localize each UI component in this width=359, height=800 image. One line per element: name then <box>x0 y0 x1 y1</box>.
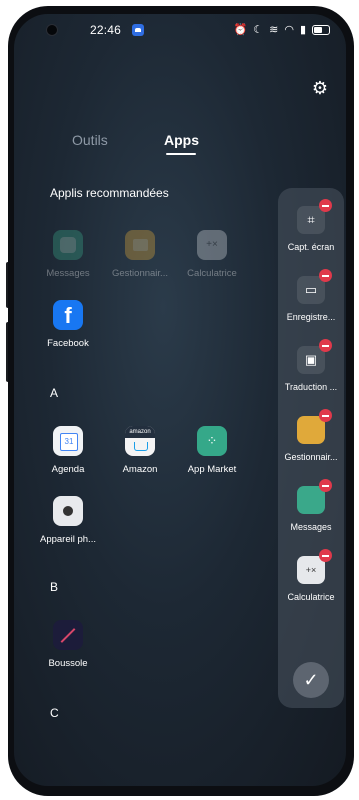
remove-icon[interactable] <box>319 269 332 282</box>
app-label: Messages <box>46 268 90 279</box>
panel-item-label: Enregistre... <box>286 312 336 322</box>
app-messages[interactable]: Messages <box>32 230 104 279</box>
folder-icon <box>125 230 155 260</box>
app-gestionnaire[interactable]: Gestionnair... <box>104 230 176 279</box>
app-boussole[interactable]: Boussole <box>32 620 104 669</box>
status-time: 22:46 <box>90 23 122 37</box>
remove-icon[interactable] <box>319 409 332 422</box>
panel-item-label: Messages <box>290 522 332 532</box>
tab-apps[interactable]: Apps <box>164 132 199 148</box>
section-letter-a: A <box>50 386 59 400</box>
messages-icon <box>53 230 83 260</box>
vibrate-icon: ≋ <box>269 24 279 36</box>
smart-sidebar-panel: ⌗ Capt. écran ▭ Enregistre... ▣ Traducti… <box>278 188 344 708</box>
panel-item-messages[interactable]: Messages <box>278 479 344 532</box>
app-label: Appareil ph... <box>40 534 96 545</box>
app-label: Facebook <box>47 338 89 349</box>
app-label: Calculatrice <box>187 268 237 279</box>
front-camera <box>46 24 58 36</box>
app-label: Boussole <box>48 658 88 669</box>
calculator-icon: +× <box>197 230 227 260</box>
tab-active-indicator <box>166 153 196 155</box>
panel-item-label: Calculatrice <box>287 592 335 602</box>
wifi-icon: ◠ <box>284 24 294 36</box>
app-amazon[interactable]: amazon Amazon <box>104 426 176 475</box>
remove-icon[interactable] <box>319 199 332 212</box>
section-letter-b: B <box>50 580 59 594</box>
app-app-market[interactable]: ⁘ App Market <box>176 426 248 475</box>
signal-icon: ▮ <box>299 24 306 36</box>
panel-item-record[interactable]: ▭ Enregistre... <box>278 269 344 322</box>
moon-icon: ☾ <box>253 24 264 36</box>
app-label: Gestionnair... <box>112 268 168 279</box>
device-frame: 22:46 ⏰ ☾ ≋ ◠ ▮ ⚙ Outils Apps Applis rec… <box>0 0 359 800</box>
folder-icon <box>297 409 332 444</box>
alarm-icon: ⏰ <box>233 24 248 36</box>
app-market-icon: ⁘ <box>197 426 227 456</box>
settings-gear-icon[interactable]: ⚙ <box>310 78 330 98</box>
panel-item-calculatrice[interactable]: +× Calculatrice <box>278 549 344 602</box>
panel-item-label: Traduction ... <box>284 382 338 392</box>
screen-record-icon: ▭ <box>297 269 332 304</box>
section-letter-c: C <box>50 706 59 720</box>
amazon-icon: amazon <box>125 426 155 456</box>
panel-item-label: Capt. écran <box>287 242 335 252</box>
notification-icon <box>132 24 144 36</box>
calendar-icon: 31 <box>53 426 83 456</box>
remove-icon[interactable] <box>319 549 332 562</box>
app-agenda[interactable]: 31 Agenda <box>32 426 104 475</box>
facebook-icon: f <box>53 300 83 330</box>
tab-outils[interactable]: Outils <box>72 132 108 148</box>
remove-icon[interactable] <box>319 339 332 352</box>
screenshot-icon: ⌗ <box>297 199 332 234</box>
app-facebook[interactable]: f Facebook <box>32 300 104 349</box>
calendar-day: 31 <box>60 433 78 451</box>
panel-item-translate[interactable]: ▣ Traduction ... <box>278 339 344 392</box>
panel-item-capture[interactable]: ⌗ Capt. écran <box>278 199 344 252</box>
panel-item-gestionnaire[interactable]: Gestionnair... <box>278 409 344 462</box>
app-label: Agenda <box>51 464 85 475</box>
messages-icon <box>297 479 332 514</box>
battery-icon <box>312 24 330 35</box>
amazon-wordmark: amazon <box>125 426 155 438</box>
compass-icon <box>53 620 83 650</box>
app-appareil-photo[interactable]: Appareil ph... <box>32 496 104 545</box>
recommended-title: Applis recommandées <box>50 186 169 200</box>
status-bar: 22:46 ⏰ ☾ ≋ ◠ ▮ <box>14 14 346 54</box>
confirm-check-button[interactable]: ✓ <box>293 662 329 698</box>
calculator-icon: +× <box>297 549 332 584</box>
camera-icon <box>53 496 83 526</box>
remove-icon[interactable] <box>319 479 332 492</box>
app-label: Amazon <box>122 464 158 475</box>
panel-item-label: Gestionnair... <box>284 452 338 462</box>
status-icons: ⏰ ☾ ≋ ◠ ▮ <box>234 23 330 36</box>
app-calculatrice[interactable]: +× Calculatrice <box>176 230 248 279</box>
app-label: App Market <box>187 464 237 475</box>
translate-icon: ▣ <box>297 339 332 374</box>
